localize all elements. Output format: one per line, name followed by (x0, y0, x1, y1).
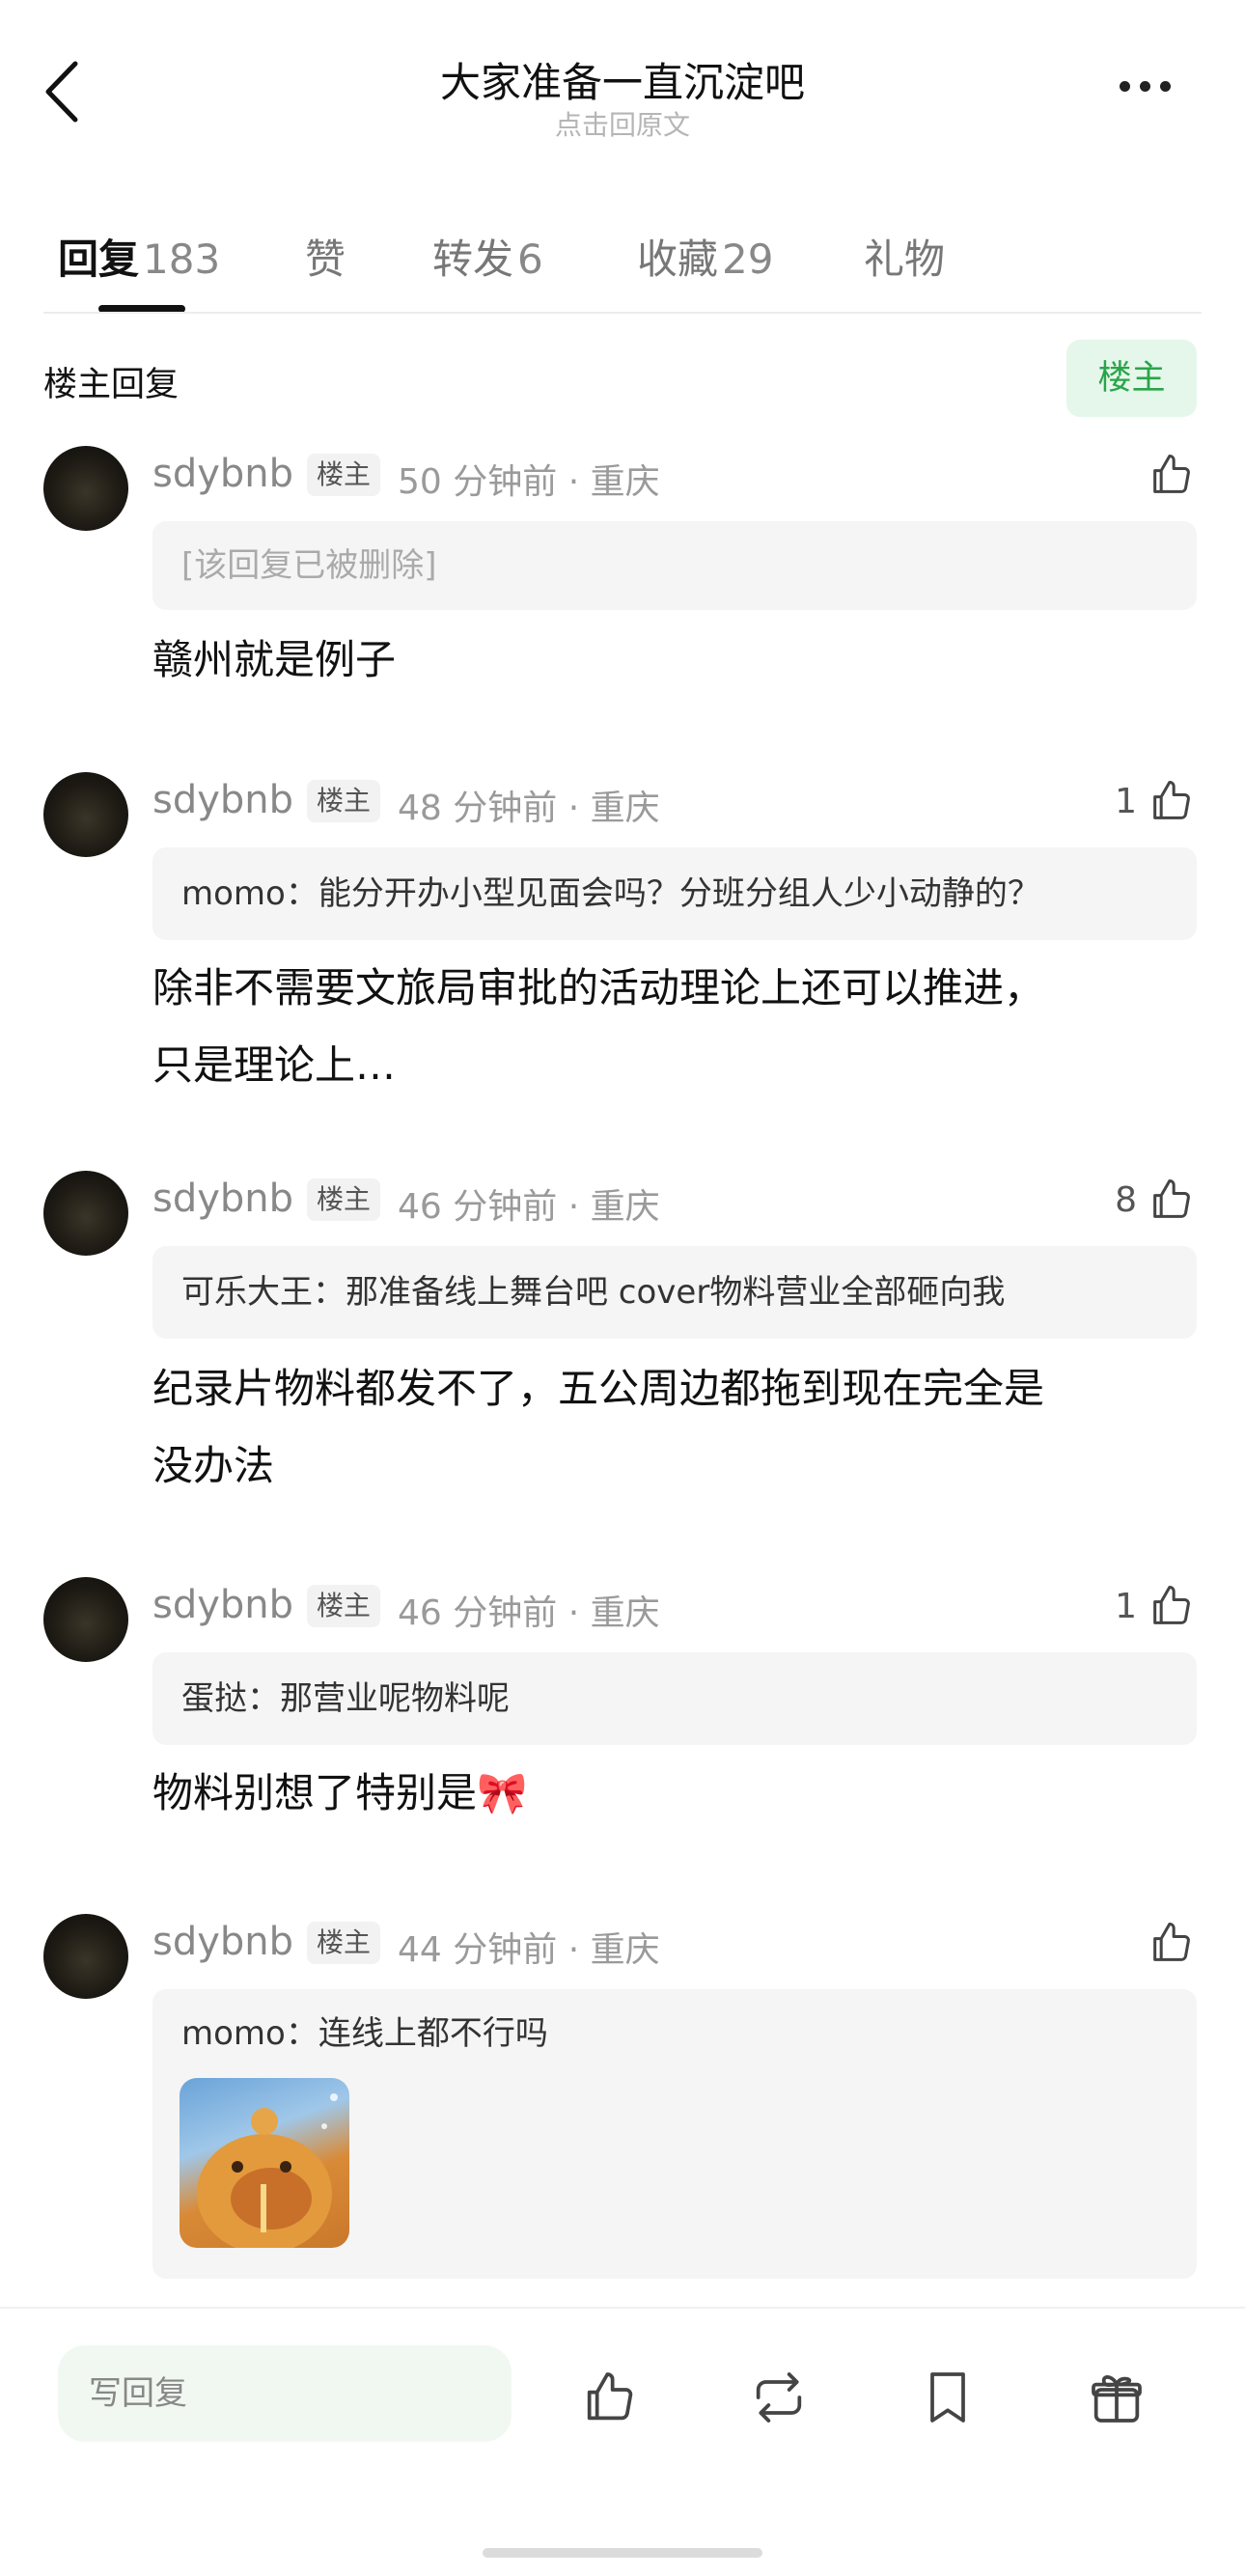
op-badge: 楼主 (307, 454, 381, 496)
tab-favorites[interactable]: 收藏29 (637, 227, 773, 286)
comment-text: 物料别想了特别是🎀 (152, 1769, 528, 1816)
quoted-reply[interactable]: 蛋挞：那营业呢物料呢 (152, 1652, 1197, 1745)
timestamp-location: 50 分钟前 · 重庆 (398, 462, 660, 502)
thumbs-up-icon[interactable] (579, 2367, 641, 2428)
avatar[interactable] (43, 1577, 128, 1662)
op-badge: 楼主 (307, 1922, 381, 1964)
thumbs-up-icon (1153, 454, 1190, 493)
bottom-action-bar: 写回复 (0, 2307, 1245, 2576)
timestamp-location: 44 分钟前 · 重庆 (398, 1930, 660, 1970)
comment-text: 赣州就是例子 (152, 636, 397, 683)
like-button[interactable]: 1 (1115, 772, 1197, 830)
op-badge: 楼主 (307, 1178, 381, 1221)
section-title: 楼主回复 (43, 366, 180, 404)
like-button[interactable] (1147, 1914, 1197, 1972)
username[interactable]: sdybnb (152, 452, 293, 496)
like-count: 1 (1115, 1586, 1137, 1626)
tab-bar: 回复183 赞 转发6 收藏29 礼物 (0, 217, 1245, 314)
avatar[interactable] (43, 1914, 128, 1999)
thumbs-up-icon (1153, 1922, 1190, 1961)
thumbs-up-icon (1153, 1178, 1190, 1218)
timestamp-location: 48 分钟前 · 重庆 (398, 789, 660, 828)
comment-item: sdybnb 楼主 46 分钟前 · 重庆 1 蛋挞：那营业呢物料呢 物料别想了… (0, 1577, 1245, 1847)
like-count: 8 (1115, 1179, 1137, 1220)
like-count: 1 (1115, 781, 1137, 821)
comment-item: sdybnb 楼主 44 分钟前 · 重庆 momo：连线上都不行吗 (0, 1914, 1245, 2300)
gift-icon[interactable] (1086, 2367, 1148, 2428)
page-title: 大家准备一直沉淀吧 (439, 59, 805, 106)
comment-item: sdybnb 楼主 46 分钟前 · 重庆 8 可乐大王：那准备线上舞台吧 co… (0, 1171, 1245, 1518)
comment-text: 除非不需要文旅局审批的活动理论上还可以推进， 只是理论上… (152, 964, 1045, 1089)
avatar[interactable] (43, 772, 128, 857)
avatar[interactable] (43, 1171, 128, 1256)
top-bar: 大家准备一直沉淀吧 点击回原文 (0, 0, 1245, 164)
username[interactable]: sdybnb (152, 1177, 293, 1221)
crying-calf-sticker-icon (197, 2093, 338, 2248)
thumbs-up-icon (1153, 1585, 1190, 1624)
tab-reposts[interactable]: 转发6 (432, 227, 543, 286)
thumbs-up-icon (1153, 780, 1190, 819)
view-original-link[interactable]: 点击回原文 (0, 104, 1245, 143)
home-indicator (483, 2548, 762, 2558)
comment-item: sdybnb 楼主 50 分钟前 · 重庆 [该回复已被删除] 赣州就是例子 (0, 446, 1245, 735)
more-options-icon[interactable] (1120, 77, 1187, 106)
tab-gifts[interactable]: 礼物 (864, 227, 945, 286)
comment-item: sdybnb 楼主 48 分钟前 · 重庆 1 momo：能分开办小型见面会吗？… (0, 772, 1245, 1120)
avatar[interactable] (43, 446, 128, 531)
reply-input[interactable]: 写回复 (58, 2345, 512, 2442)
username[interactable]: sdybnb (152, 1583, 293, 1627)
op-filter-button[interactable]: 楼主 (1066, 340, 1197, 417)
sticker-image[interactable] (180, 2078, 349, 2248)
divider (43, 312, 1202, 314)
timestamp-location: 46 分钟前 · 重庆 (398, 1187, 660, 1227)
tab-replies[interactable]: 回复183 (58, 227, 220, 286)
quoted-text: momo：连线上都不行吗 (181, 2014, 548, 2053)
like-button[interactable]: 8 (1115, 1171, 1197, 1229)
quoted-reply[interactable]: 可乐大王：那准备线上舞台吧 cover物料营业全部砸向我 (152, 1246, 1197, 1339)
op-badge: 楼主 (307, 780, 381, 822)
quoted-reply[interactable]: [该回复已被删除] (152, 521, 1197, 610)
comment-text: 纪录片物料都发不了，五公周边都拖到现在完全是 没办法 (152, 1365, 1045, 1489)
bookmark-icon[interactable] (917, 2367, 979, 2428)
username[interactable]: sdybnb (152, 1920, 293, 1964)
like-button[interactable] (1137, 446, 1197, 504)
op-badge: 楼主 (307, 1585, 381, 1627)
like-button[interactable]: 1 (1115, 1577, 1197, 1635)
timestamp-location: 46 分钟前 · 重庆 (398, 1593, 660, 1633)
repost-icon[interactable] (748, 2367, 810, 2428)
quoted-reply[interactable]: momo：能分开办小型见面会吗？分班分组人少小动静的？ (152, 847, 1197, 940)
quoted-reply[interactable]: momo：连线上都不行吗 (152, 1989, 1197, 2279)
username[interactable]: sdybnb (152, 778, 293, 822)
tab-likes[interactable]: 赞 (305, 227, 346, 286)
